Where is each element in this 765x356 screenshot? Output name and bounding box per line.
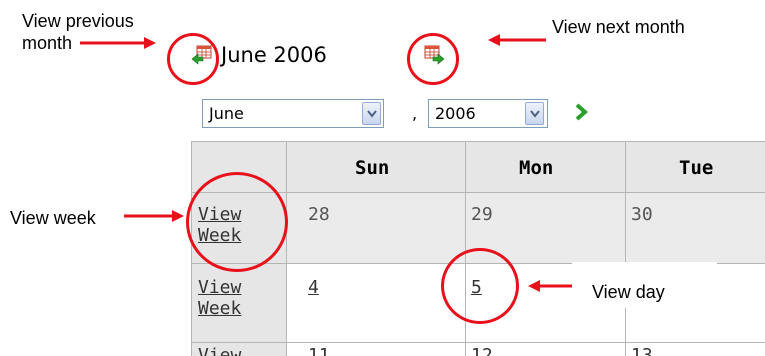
day-link-4[interactable]: 4	[308, 277, 319, 298]
year-dropdown-button[interactable]	[525, 102, 544, 125]
annotation-arrow-week	[124, 210, 184, 222]
month-select[interactable]: June	[202, 99, 384, 128]
chevron-right-icon	[575, 103, 589, 121]
annotation-day-label: View day	[592, 282, 665, 302]
column-header-mon: Mon	[519, 157, 554, 179]
annotation-week: View week	[10, 208, 96, 228]
annotation-arrow-prev	[80, 37, 156, 49]
chevron-down-icon	[530, 110, 540, 118]
go-button[interactable]	[573, 102, 589, 126]
day-link-12[interactable]: 12	[471, 345, 493, 356]
view-week-link-3[interactable]: View	[198, 345, 241, 356]
month-dropdown-button[interactable]	[362, 102, 381, 125]
highlight-circle-day	[441, 248, 519, 324]
annotation-prev-month-line2: month	[22, 33, 73, 53]
month-select-value: June	[209, 104, 244, 123]
day-cell: 28	[308, 204, 330, 225]
view-week-link-2[interactable]: View Week	[198, 277, 241, 319]
previous-month-row	[287, 193, 765, 263]
year-select-value: 2006	[435, 104, 476, 123]
annotation-prev-month-line1: View previous	[22, 11, 134, 31]
page-title: June 2006	[221, 43, 327, 67]
day-link-13[interactable]: 13	[631, 345, 653, 356]
column-header-tue: Tue	[679, 157, 714, 179]
row-3-clip: View 11 12 13	[0, 342, 765, 356]
day-cell: 30	[631, 204, 653, 225]
highlight-circle-prev	[167, 33, 219, 85]
day-cell: 29	[471, 204, 493, 225]
highlight-circle-week	[186, 172, 288, 272]
annotation-arrow-next	[488, 34, 546, 46]
highlight-circle-next	[407, 33, 459, 85]
view-week-link-line2: Week	[198, 298, 242, 319]
date-separator: ,	[412, 104, 418, 123]
view-week-link-line1: View	[198, 277, 242, 298]
chevron-down-icon	[367, 110, 377, 118]
day-link-11[interactable]: 11	[308, 345, 330, 356]
column-header-sun: Sun	[355, 157, 390, 179]
annotation-next-month: View next month	[552, 17, 685, 37]
year-select[interactable]: 2006	[428, 99, 548, 128]
